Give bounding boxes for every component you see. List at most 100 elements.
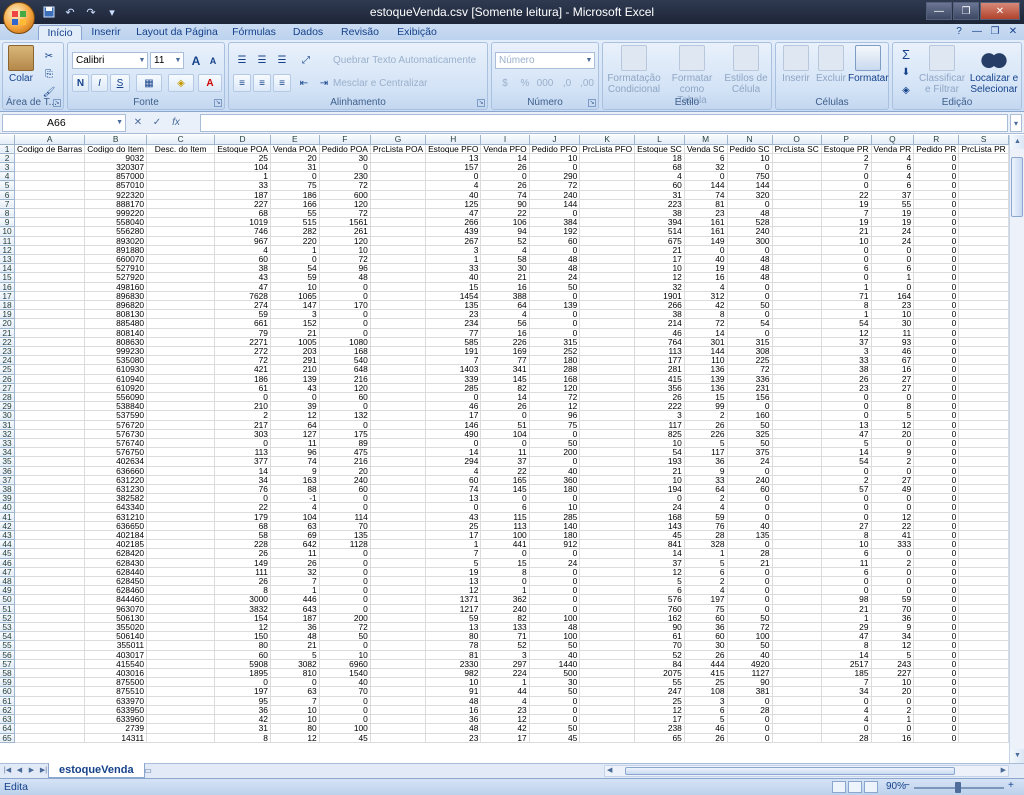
cell[interactable]: 17: [634, 254, 685, 265]
cell[interactable]: [772, 604, 822, 614]
cell[interactable]: 0: [913, 640, 960, 651]
cell[interactable]: 18: [634, 153, 685, 163]
cell[interactable]: 0: [529, 576, 581, 587]
cell[interactable]: 0: [913, 558, 960, 568]
cell[interactable]: 0: [871, 548, 915, 559]
cell[interactable]: 0: [480, 438, 530, 449]
cell[interactable]: 30: [319, 153, 371, 163]
cell[interactable]: 441: [480, 539, 530, 550]
row-header[interactable]: 23: [0, 346, 16, 357]
cell[interactable]: 79: [214, 328, 271, 338]
cell[interactable]: 0: [529, 245, 581, 255]
cell[interactable]: 28: [684, 530, 728, 541]
cell[interactable]: 50: [727, 438, 773, 449]
cell[interactable]: [958, 548, 1009, 559]
cell[interactable]: 0: [214, 677, 271, 688]
cell[interactable]: 14: [684, 328, 728, 338]
cell[interactable]: 0: [727, 466, 773, 476]
workbook-close-button[interactable]: ✕: [1006, 25, 1020, 39]
cell[interactable]: 21: [270, 640, 320, 651]
cell[interactable]: [370, 604, 427, 614]
cell[interactable]: 0: [871, 696, 915, 706]
cell[interactable]: 893020: [84, 236, 148, 246]
cell[interactable]: 922320: [84, 190, 148, 200]
cell[interactable]: [370, 392, 427, 403]
cell[interactable]: [146, 493, 216, 504]
cell[interactable]: 633970: [84, 696, 148, 706]
cell[interactable]: 104: [480, 429, 530, 440]
cell[interactable]: 71: [821, 291, 872, 301]
cell[interactable]: 0: [821, 180, 872, 191]
cell[interactable]: 203: [270, 346, 320, 357]
cell[interactable]: [14, 392, 86, 403]
cell[interactable]: 0: [871, 438, 915, 449]
cell[interactable]: 72: [214, 355, 271, 366]
cell[interactable]: 163: [270, 475, 320, 486]
cell[interactable]: 610940: [84, 374, 148, 384]
enter-entry-icon[interactable]: ✓: [149, 115, 165, 131]
cell[interactable]: [146, 392, 216, 403]
cell[interactable]: 30: [529, 677, 581, 688]
cell[interactable]: 0: [727, 714, 773, 725]
cell[interactable]: 2739: [84, 723, 148, 734]
cell[interactable]: 333: [871, 539, 915, 550]
cell[interactable]: 114: [319, 512, 371, 522]
column-header[interactable]: Q: [871, 135, 915, 145]
table-header-cell[interactable]: PrcLista POA: [370, 144, 427, 154]
cell[interactable]: 0: [913, 355, 960, 366]
cell[interactable]: [579, 631, 636, 642]
cell[interactable]: 10: [270, 705, 320, 716]
cell[interactable]: [370, 705, 427, 716]
cell[interactable]: [579, 604, 636, 614]
cell[interactable]: 1901: [634, 291, 685, 301]
cell[interactable]: 341: [480, 364, 530, 375]
cell[interactable]: 6: [480, 502, 530, 513]
cell[interactable]: 61: [634, 631, 685, 642]
row-header[interactable]: 46: [0, 558, 16, 568]
table-header-cell[interactable]: PrcLista PR: [958, 144, 1009, 154]
cell[interactable]: 10: [425, 677, 482, 688]
cell[interactable]: [14, 162, 86, 173]
cell[interactable]: 0: [913, 337, 960, 347]
cell[interactable]: 3: [480, 650, 530, 660]
cell[interactable]: 111: [214, 567, 271, 578]
cell[interactable]: 272: [214, 346, 271, 357]
cell[interactable]: 15: [480, 558, 530, 568]
cell[interactable]: 30: [480, 263, 530, 274]
cell[interactable]: 240: [480, 604, 530, 614]
cell[interactable]: [14, 604, 86, 614]
table-header-cell[interactable]: Venda SC: [684, 144, 728, 154]
cell[interactable]: 403016: [84, 668, 148, 679]
row-header[interactable]: 2: [0, 153, 16, 163]
cell[interactable]: 0: [913, 346, 960, 357]
cell[interactable]: [772, 530, 822, 541]
cell[interactable]: [146, 733, 216, 743]
cell[interactable]: 328: [684, 539, 728, 550]
cell[interactable]: 13: [821, 420, 872, 430]
cell[interactable]: [14, 668, 86, 679]
cell[interactable]: 200: [529, 447, 581, 458]
cell[interactable]: 70: [634, 640, 685, 651]
cell[interactable]: 1371: [425, 594, 482, 605]
cell[interactable]: [14, 576, 86, 587]
underline-button[interactable]: S: [110, 74, 130, 92]
cell[interactable]: 168: [529, 374, 581, 384]
cell[interactable]: 6: [871, 180, 915, 191]
cell[interactable]: 14: [480, 153, 530, 163]
cell[interactable]: 375: [727, 447, 773, 458]
cell[interactable]: 0: [319, 585, 371, 596]
cell[interactable]: 0: [529, 208, 581, 219]
cell[interactable]: 0: [913, 677, 960, 688]
cell[interactable]: [14, 383, 86, 393]
cell[interactable]: [579, 153, 636, 163]
cell[interactable]: [772, 236, 822, 246]
cell[interactable]: 186: [214, 374, 271, 384]
cell[interactable]: 144: [684, 180, 728, 191]
cell[interactable]: [370, 429, 427, 440]
cell[interactable]: 11: [270, 548, 320, 559]
cell[interactable]: 75: [529, 420, 581, 430]
tab-inserir[interactable]: Inserir: [88, 25, 124, 41]
zoom-slider-thumb[interactable]: [955, 782, 961, 793]
cell[interactable]: 36: [270, 622, 320, 633]
cell[interactable]: 288: [529, 364, 581, 375]
